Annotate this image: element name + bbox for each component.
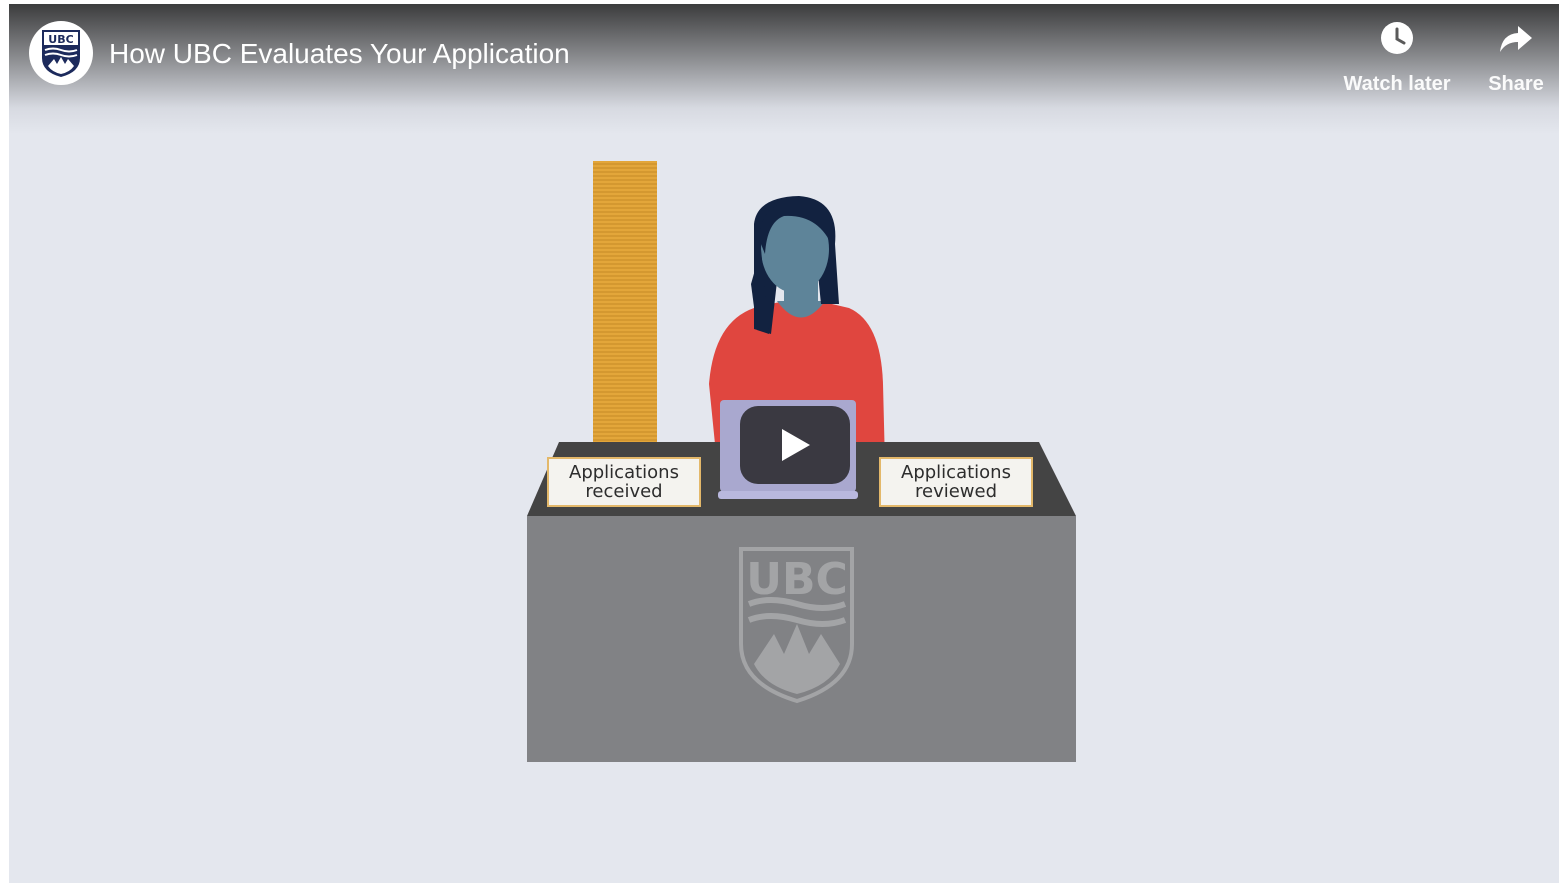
- watch-later-button[interactable]: Watch later: [1336, 20, 1458, 96]
- channel-logo-text: UBC: [48, 33, 73, 46]
- received-label-line1: Applications: [569, 462, 679, 483]
- play-button[interactable]: [740, 406, 850, 484]
- play-icon: [782, 429, 810, 461]
- applications-received-stack: [593, 161, 657, 461]
- video-player[interactable]: UBC Applications received Applications r…: [9, 4, 1559, 883]
- ubc-crest-icon: UBC: [42, 30, 80, 77]
- video-title[interactable]: How UBC Evaluates Your Application: [109, 38, 570, 70]
- applications-received-label: Applications received: [547, 457, 701, 507]
- reviewed-label-line1: Applications: [901, 462, 1011, 483]
- desk-logo-text: UBC: [746, 554, 848, 605]
- share-button[interactable]: Share: [1481, 20, 1551, 96]
- received-label-line2: received: [585, 481, 663, 502]
- share-arrow-icon: [1500, 26, 1532, 52]
- clock-icon: [1381, 22, 1413, 54]
- channel-avatar[interactable]: UBC: [29, 21, 93, 85]
- share-label: Share: [1488, 73, 1544, 95]
- player-top-bar: UBC How UBC Evaluates Your Application W…: [9, 4, 1559, 134]
- watch-later-label: Watch later: [1343, 73, 1451, 95]
- applications-reviewed-label: Applications reviewed: [879, 457, 1033, 507]
- reviewed-label-line2: reviewed: [914, 481, 998, 502]
